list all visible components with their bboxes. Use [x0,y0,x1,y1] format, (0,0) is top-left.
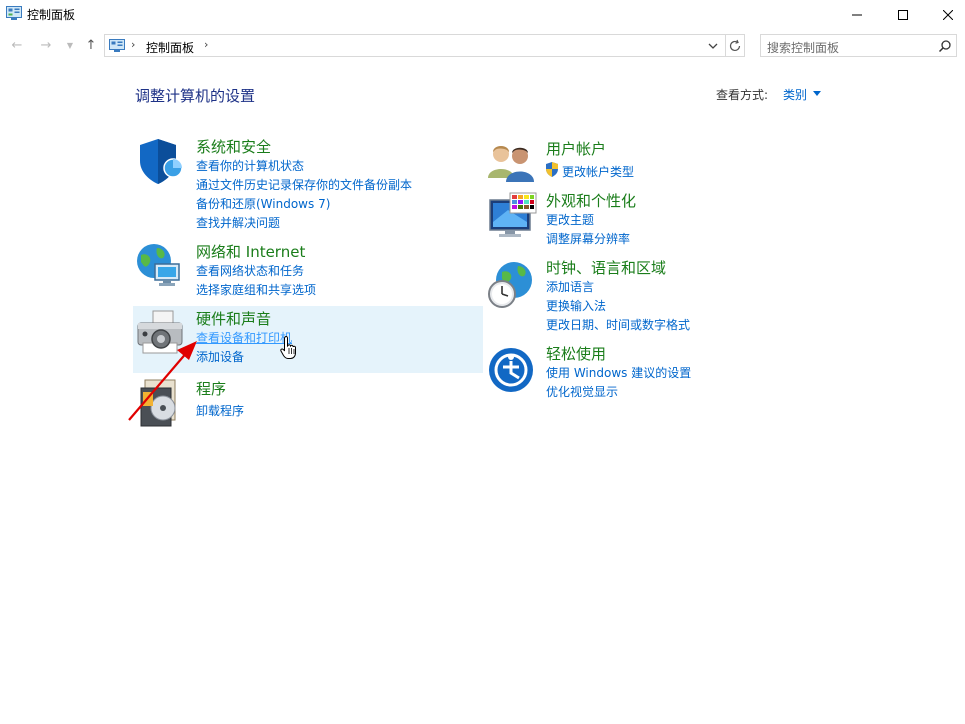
link-network-status[interactable]: 查看网络状态和任务 [196,262,304,279]
search-icon [938,40,951,53]
hand-cursor-icon [280,336,296,359]
close-button[interactable] [925,0,965,30]
shield-icon[interactable] [136,136,186,186]
breadcrumb-control-panel[interactable]: 控制面板 [146,39,194,56]
printer-icon[interactable] [135,309,185,359]
minimize-button[interactable] [834,0,880,30]
link-change-account-type[interactable]: 更改帐户类型 [562,163,634,180]
category-title[interactable]: 硬件和声音 [196,308,271,329]
up-button[interactable]: ↑ [83,36,99,54]
control-panel-icon [109,39,125,52]
divider [725,35,726,56]
link-view-computer-status[interactable]: 查看你的计算机状态 [196,157,304,174]
back-button[interactable]: ← [9,36,25,54]
category-ease-of-access: 轻松使用 使用 Windows 建议的设置 优化视觉显示 [486,343,786,403]
link-change-theme[interactable]: 更改主题 [546,211,594,228]
uac-shield-icon [546,162,558,177]
users-icon[interactable] [486,138,536,188]
maximize-button[interactable] [880,0,926,30]
link-screen-resolution[interactable]: 调整屏幕分辨率 [546,230,630,247]
link-uninstall-program[interactable]: 卸载程序 [196,402,244,419]
window-title: 控制面板 [27,8,76,22]
link-add-device[interactable]: 添加设备 [196,348,244,365]
view-by-label: 查看方式: [716,88,769,102]
chevron-right-icon[interactable]: › [204,38,208,51]
ease-of-access-icon[interactable] [486,345,536,395]
link-file-history[interactable]: 通过文件历史记录保存你的文件备份副本 [196,176,412,193]
globe-clock-icon[interactable] [486,260,536,310]
link-date-time-format[interactable]: 更改日期、时间或数字格式 [546,316,690,333]
forward-button[interactable]: → [38,36,54,54]
title-bar: 控制面板 [0,0,965,30]
link-change-input-method[interactable]: 更换输入法 [546,297,606,314]
category-appearance: 外观和个性化 更改主题 调整屏幕分辨率 [486,190,786,250]
network-globe-icon[interactable] [135,240,185,290]
category-network-internet: 网络和 Internet 查看网络状态和任务 选择家庭组和共享选项 [135,240,435,300]
close-icon [943,10,953,20]
page-title: 调整计算机的设置 [135,87,256,105]
link-devices-printers[interactable]: 查看设备和打印机 [196,329,292,346]
programs-disc-icon[interactable] [135,378,185,428]
category-programs: 程序 卸载程序 [135,378,435,427]
refresh-icon[interactable] [728,39,742,53]
category-title[interactable]: 外观和个性化 [546,190,636,211]
search-placeholder: 搜索控制面板 [767,41,840,55]
maximize-icon [898,10,908,20]
minimize-icon [852,14,862,16]
category-title[interactable]: 系统和安全 [196,136,271,157]
search-input[interactable]: 搜索控制面板 [760,34,957,57]
category-title[interactable]: 轻松使用 [546,343,606,364]
control-panel-icon [6,6,22,20]
arrow-right-icon: → [40,37,52,53]
arrow-up-icon: ↑ [85,37,97,53]
chevron-down-icon[interactable] [707,40,719,52]
chevron-down-icon: ▼ [66,40,74,50]
monitor-palette-icon[interactable] [488,192,538,242]
caret-down-icon[interactable] [813,91,821,96]
link-homegroup-sharing[interactable]: 选择家庭组和共享选项 [196,281,316,298]
view-by-dropdown[interactable]: 类别 [783,86,807,103]
link-backup-restore[interactable]: 备份和还原(Windows 7) [196,195,330,212]
category-title[interactable]: 网络和 Internet [196,241,305,262]
address-bar[interactable]: › 控制面板 › [104,34,745,57]
category-title[interactable]: 程序 [196,378,226,399]
category-clock-language-region: 时钟、语言和区域 添加语言 更换输入法 更改日期、时间或数字格式 [486,257,786,337]
chevron-right-icon[interactable]: › [131,38,135,51]
link-add-language[interactable]: 添加语言 [546,278,594,295]
recent-locations-button[interactable]: ▼ [62,36,78,54]
navigation-bar: ← → ▼ ↑ › 控制面板 › 搜索控制面板 [0,32,965,58]
category-title[interactable]: 用户帐户 [546,138,606,159]
arrow-left-icon: ← [11,37,23,53]
category-system-security: 系统和安全 查看你的计算机状态 通过文件历史记录保存你的文件备份副本 备份和还原… [135,135,435,235]
link-windows-suggested-settings[interactable]: 使用 Windows 建议的设置 [546,364,691,381]
link-troubleshoot[interactable]: 查找并解决问题 [196,214,280,231]
link-optimize-visual-display[interactable]: 优化视觉显示 [546,383,618,400]
category-title[interactable]: 时钟、语言和区域 [546,257,666,278]
category-user-accounts: 用户帐户 更改帐户类型 [486,138,786,183]
